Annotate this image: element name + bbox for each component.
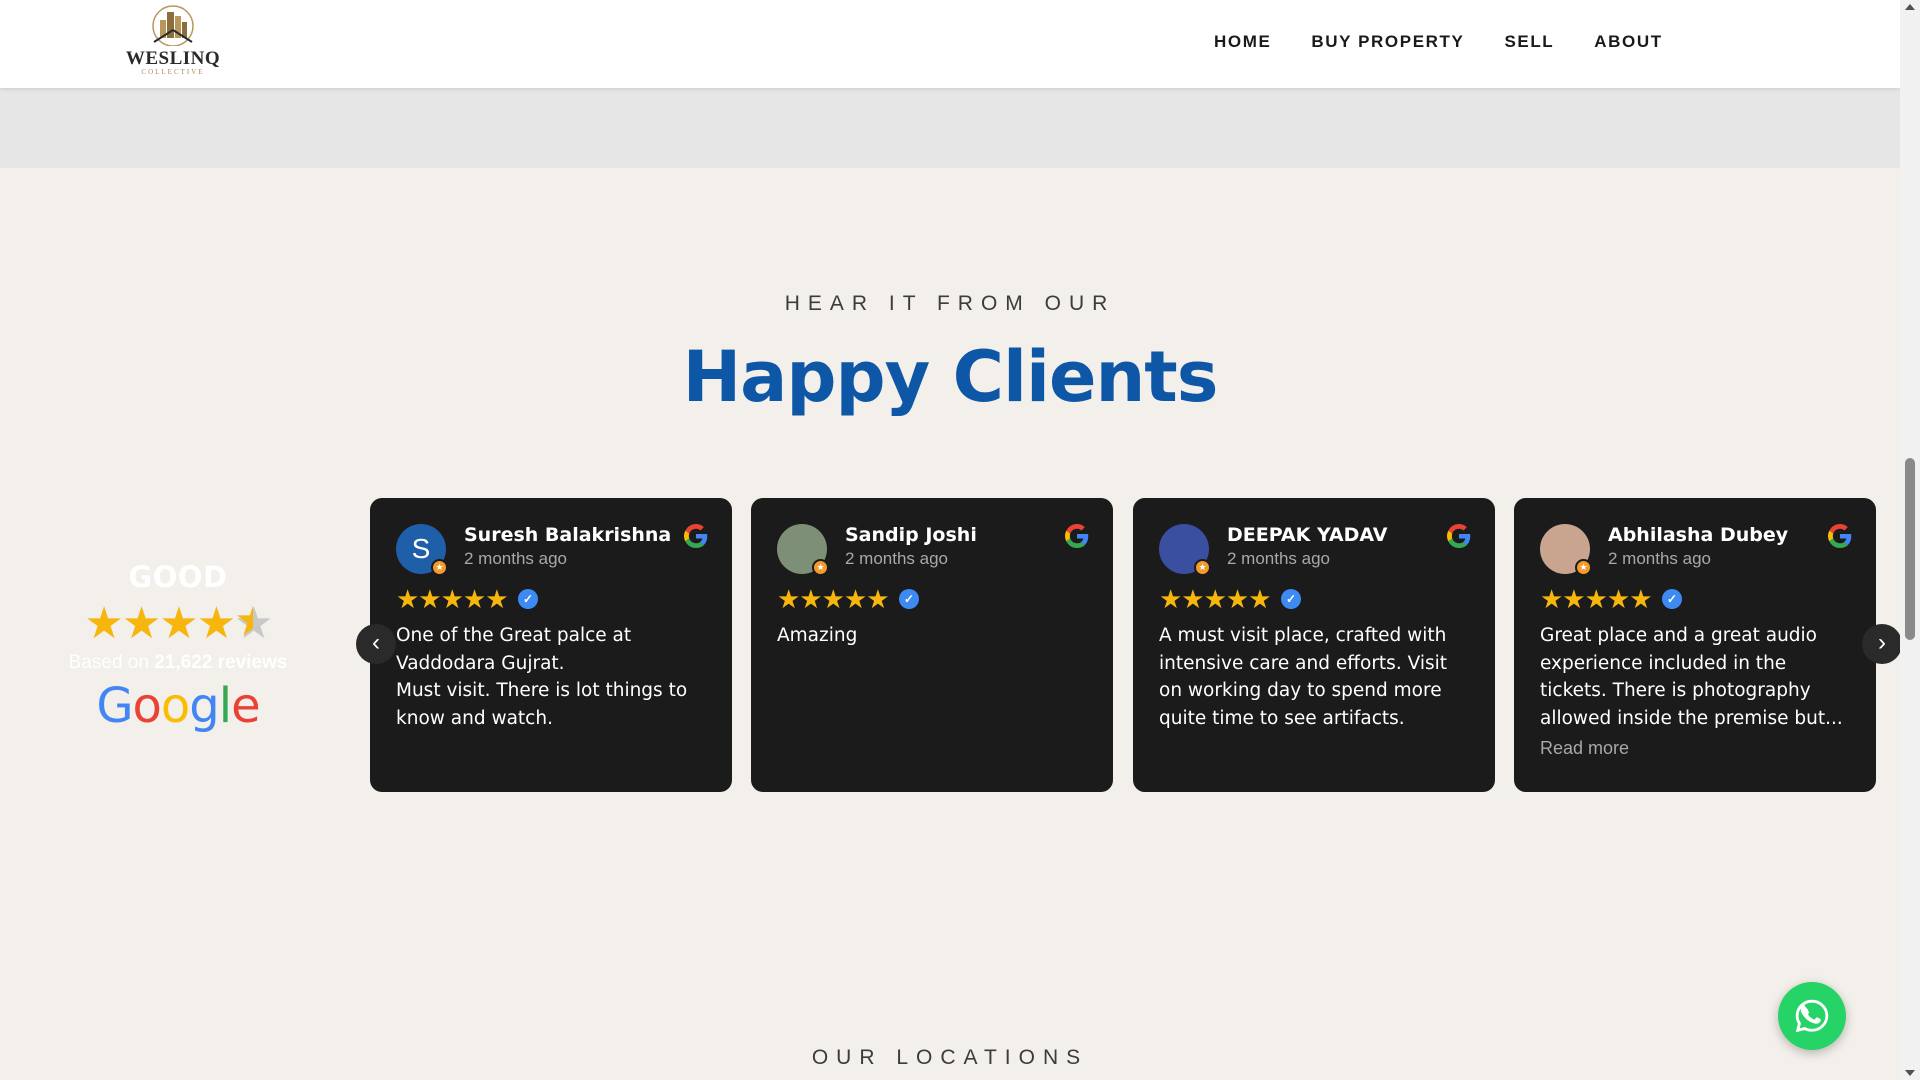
review-text: Great place and a great audio experience… xyxy=(1540,625,1843,729)
logo-subtitle: COLLECTIVE xyxy=(141,68,205,76)
verified-check-icon: ✓ xyxy=(1281,589,1301,609)
chevron-left-icon: ‹ xyxy=(372,629,380,656)
google-g-icon xyxy=(1065,524,1089,548)
google-logo-letter: o xyxy=(132,678,162,734)
half-star-icon: ★ xyxy=(234,599,273,648)
section-eyebrow: HEAR IT FROM OUR xyxy=(784,292,1116,315)
nav-home[interactable]: HOME xyxy=(1214,32,1271,52)
reviews-prefix: Based on xyxy=(68,652,149,673)
review-card: ★ Sandip Joshi 2 months ago ★★★★★ ✓ Amaz… xyxy=(751,498,1113,792)
logo-buildings-icon xyxy=(152,5,194,46)
review-stars: ★★★★★ xyxy=(396,584,509,614)
google-g-icon xyxy=(1447,524,1471,548)
reviewer-avatar: ★ xyxy=(777,524,829,576)
main-nav: HOME BUY PROPERTY SELL ABOUT xyxy=(1214,32,1663,52)
review-time: 2 months ago xyxy=(1227,549,1331,568)
local-guide-badge-icon: ★ xyxy=(1194,559,1211,576)
review-text: Amazing xyxy=(777,625,858,646)
google-logo-letter: l xyxy=(218,678,232,734)
nav-about[interactable]: ABOUT xyxy=(1594,32,1662,52)
read-more-link[interactable]: Read more xyxy=(1540,738,1629,759)
page-scrollbar[interactable] xyxy=(1900,0,1920,1080)
review-stars: ★★★★★ xyxy=(777,584,890,614)
reviewer-name[interactable]: Suresh Balakrishna xyxy=(464,524,671,546)
reviews-carousel: S ★ Suresh Balakrishna 2 months ago ★★★★… xyxy=(356,498,1884,792)
reviewer-avatar: ★ xyxy=(1540,524,1592,576)
star-icon: ★ xyxy=(121,599,161,648)
reviews-count: 21,622 reviews xyxy=(154,652,288,673)
site-header: WESLINQ COLLECTIVE HOME BUY PROPERTY SEL… xyxy=(0,0,1900,88)
reviewer-avatar: ★ xyxy=(1159,524,1211,576)
site-logo[interactable]: WESLINQ COLLECTIVE xyxy=(122,4,224,76)
nav-buy-property[interactable]: BUY PROPERTY xyxy=(1311,32,1464,52)
rating-stars: ★★★★★ xyxy=(60,602,296,646)
google-g-icon xyxy=(1828,524,1852,548)
review-stars: ★★★★★ xyxy=(1159,584,1272,614)
review-time: 2 months ago xyxy=(1608,549,1712,568)
chevron-right-icon: › xyxy=(1878,629,1886,656)
rating-summary: GOOD ★★★★★ Based on 21,622 reviews Googl… xyxy=(60,560,296,734)
reviewer-avatar: S ★ xyxy=(396,524,448,576)
nav-sell[interactable]: SELL xyxy=(1504,32,1554,52)
review-card: ★ Abhilasha Dubey 2 months ago ★★★★★ ✓ G… xyxy=(1514,498,1876,792)
review-card: S ★ Suresh Balakrishna 2 months ago ★★★★… xyxy=(370,498,732,792)
review-stars: ★★★★★ xyxy=(1540,584,1653,614)
scroll-thumb[interactable] xyxy=(1905,458,1915,640)
reviewer-name[interactable]: DEEPAK YADAV xyxy=(1227,524,1388,546)
local-guide-badge-icon: ★ xyxy=(1575,559,1592,576)
rating-label: GOOD xyxy=(128,560,228,594)
logo-name: WESLINQ xyxy=(125,48,221,69)
local-guide-badge-icon: ★ xyxy=(812,559,829,576)
local-guide-badge-icon: ★ xyxy=(431,559,448,576)
google-logo: Google xyxy=(60,678,296,734)
verified-check-icon: ✓ xyxy=(518,589,538,609)
verified-check-icon: ✓ xyxy=(899,589,919,609)
star-icon: ★ xyxy=(84,599,123,648)
review-card: ★ DEEPAK YADAV 2 months ago ★★★★★ ✓ A mu… xyxy=(1133,498,1495,792)
star-icon: ★ xyxy=(159,599,198,648)
reviews-count-text: Based on 21,622 reviews xyxy=(60,652,296,674)
avatar-letter: S xyxy=(411,533,431,564)
reviewer-name[interactable]: Sandip Joshi xyxy=(845,524,977,546)
reviewer-name[interactable]: Abhilasha Dubey xyxy=(1608,524,1788,546)
locations-eyebrow: OUR LOCATIONS xyxy=(811,1046,1089,1069)
review-time: 2 months ago xyxy=(464,549,568,568)
whatsapp-button[interactable] xyxy=(1778,982,1846,1050)
whatsapp-icon xyxy=(1795,999,1829,1033)
google-logo-letter: o xyxy=(160,678,190,734)
google-logo-letter: G xyxy=(96,678,133,734)
google-logo-letter: e xyxy=(231,678,261,734)
review-time: 2 months ago xyxy=(845,549,949,568)
review-text: One of the Great palce at Vaddodara Gujr… xyxy=(396,625,688,729)
carousel-prev-button[interactable]: ‹ xyxy=(356,624,396,664)
scroll-down-icon[interactable] xyxy=(1905,1070,1915,1076)
google-logo-letter: g xyxy=(189,678,219,734)
review-text: A must visit place, crafted with intensi… xyxy=(1159,625,1447,729)
star-icon: ★ xyxy=(196,599,236,648)
section-title: Happy Clients xyxy=(682,336,1219,418)
google-g-icon xyxy=(684,524,708,548)
scroll-up-icon[interactable] xyxy=(1905,4,1915,10)
grey-band xyxy=(0,88,1900,168)
carousel-next-button[interactable]: › xyxy=(1862,624,1902,664)
verified-check-icon: ✓ xyxy=(1662,589,1682,609)
